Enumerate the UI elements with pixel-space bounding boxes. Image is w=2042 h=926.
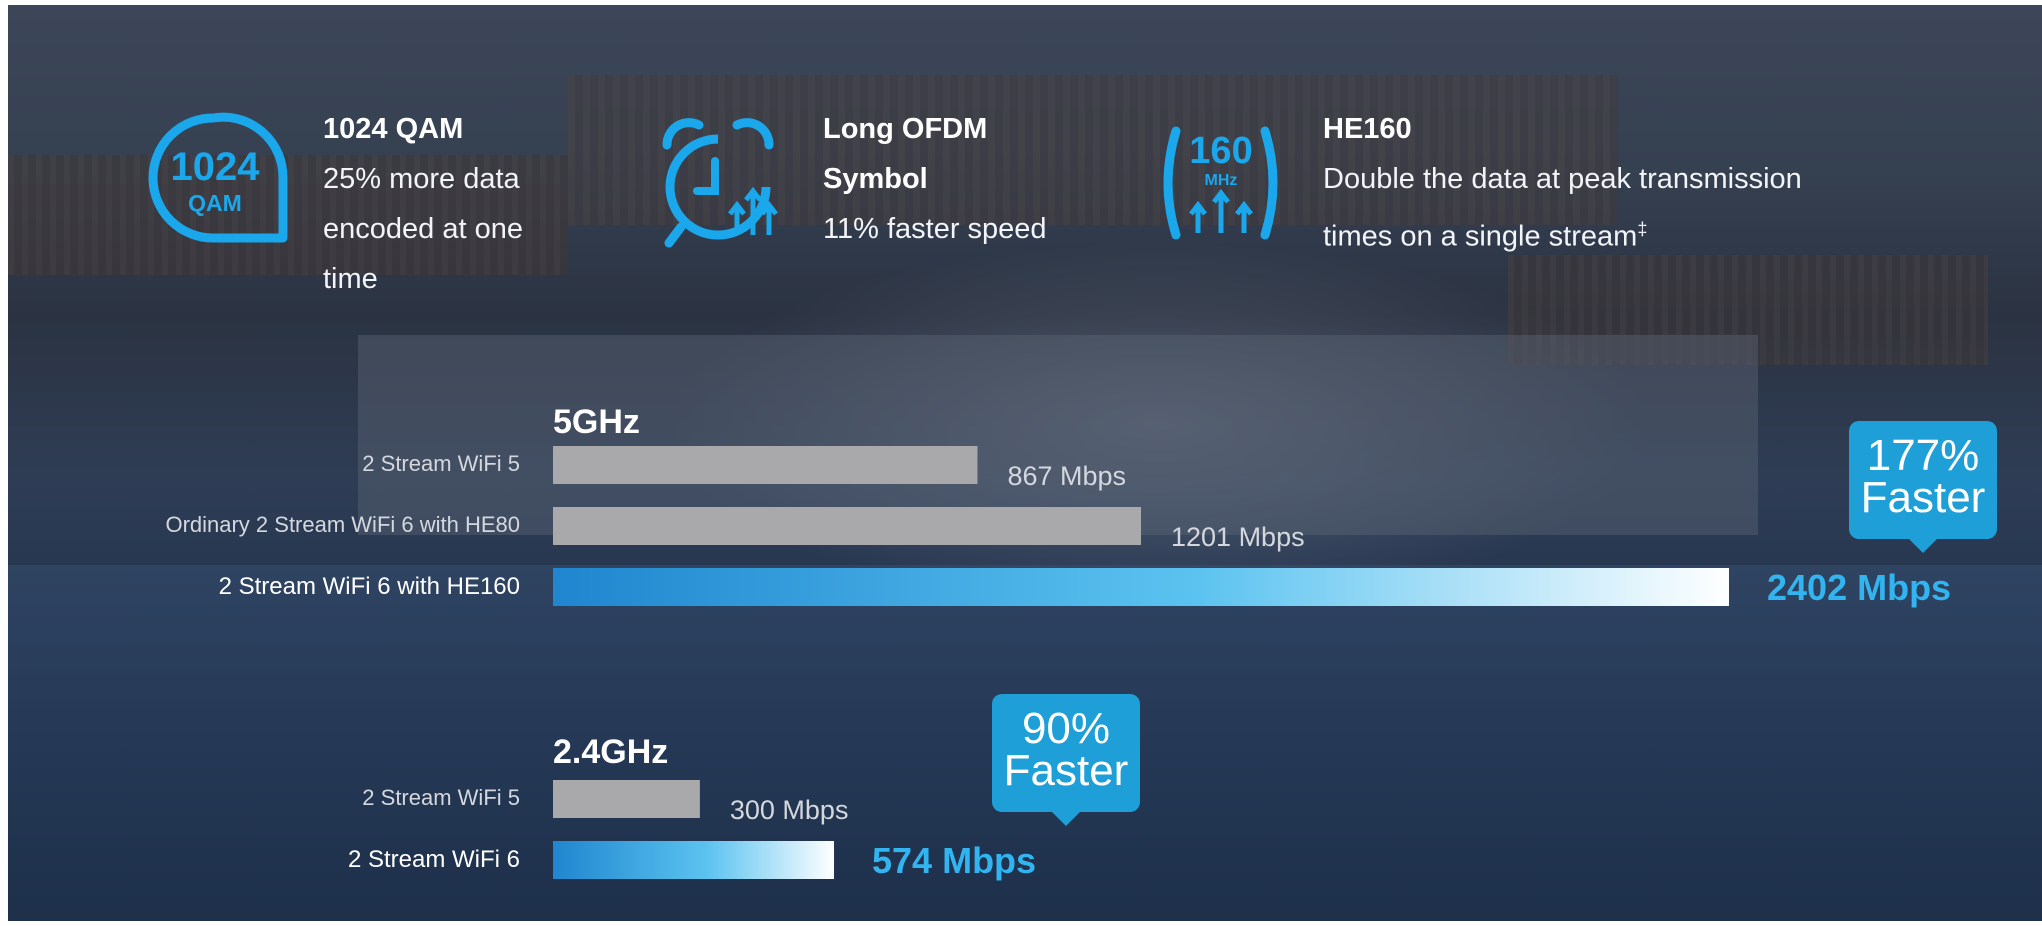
callout-text: 177% xyxy=(1866,431,1980,480)
value-label: 867 Mbps xyxy=(1007,461,1127,491)
value-label: 574 Mbps xyxy=(872,840,1037,881)
value-label: 300 Mbps xyxy=(729,795,849,825)
bar-2-4ghz-1 xyxy=(553,841,835,879)
hero-stage: 1024 QAM 1024 QAM 25% more data encoded … xyxy=(8,5,2042,921)
callout-text: 90% xyxy=(1021,704,1111,753)
bar-2-4ghz-0 xyxy=(553,780,700,818)
value-label: 2402 Mbps xyxy=(1767,567,1952,608)
value-label: 1201 Mbps xyxy=(1171,522,1305,552)
bar-5ghz-2 xyxy=(553,568,1729,606)
callout-badge: 177% Faster xyxy=(1849,421,1997,553)
callout-text: Faster xyxy=(1003,746,1129,795)
callout-text: Faster xyxy=(1860,473,1986,522)
callout-badge: 90% Faster xyxy=(992,694,1140,826)
bar-5ghz-0 xyxy=(553,446,978,484)
bar-5ghz-1 xyxy=(553,507,1141,545)
